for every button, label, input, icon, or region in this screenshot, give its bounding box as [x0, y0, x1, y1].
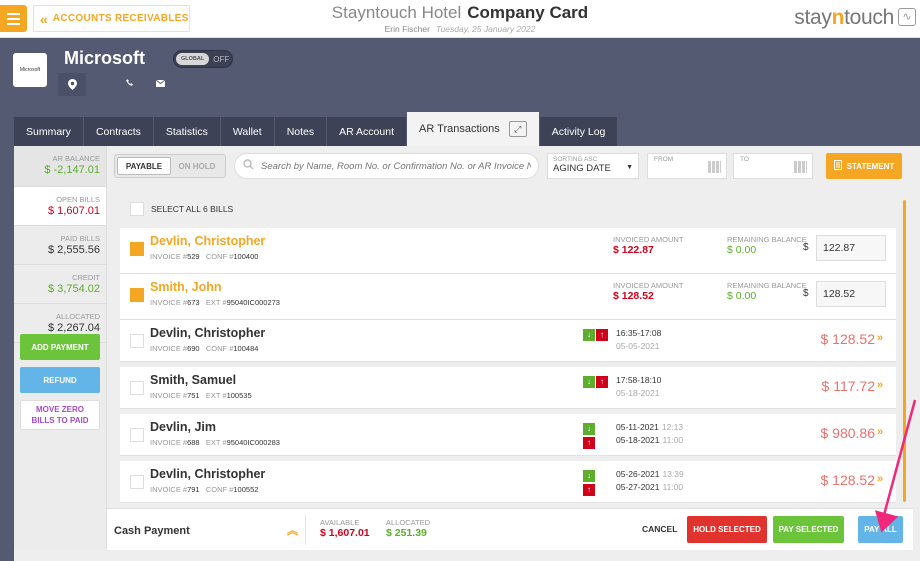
bill-row[interactable]: Devlin, Christopher INVOICE #690 CONF #1…: [120, 320, 896, 362]
company-name: Microsoft: [64, 48, 145, 68]
page-title: Stayntouch Hotel Company Card Erin Fische…: [0, 3, 920, 34]
stayntouch-logo: stayntouch: [794, 6, 894, 29]
top-bar: « ACCOUNTS RECEIVABLES Stayntouch Hotel C…: [0, 0, 920, 38]
pay-selected-button[interactable]: PAY SELECTED: [773, 516, 844, 543]
document-icon: [833, 160, 842, 172]
hold-selected-button[interactable]: HOLD SELECTED: [687, 516, 767, 543]
arrival-departure-icons: ↓ ↑: [583, 376, 608, 388]
statement-button[interactable]: STATEMENT: [826, 153, 902, 179]
paid-bills-filter[interactable]: PAID BILLS $ 2,555.56: [14, 226, 106, 265]
calendar-icon: [794, 161, 807, 173]
add-payment-button[interactable]: ADD PAYMENT: [20, 334, 100, 360]
expand-icon[interactable]: ⤢: [508, 121, 527, 137]
calendar-icon: [708, 161, 721, 173]
global-toggle[interactable]: GLOBAL OFF: [173, 50, 233, 68]
tab-bar: Summary Contracts Statistics Wallet Note…: [14, 112, 619, 146]
divider: [305, 515, 306, 545]
hotel-name: Stayntouch Hotel: [331, 3, 462, 22]
allocated-amount: ALLOCATED $ 251.39: [386, 518, 431, 539]
row-checkbox[interactable]: [130, 242, 144, 256]
arrival-departure-icons: ↓ ↑: [583, 423, 595, 449]
from-date-field[interactable]: FROM: [647, 153, 727, 179]
payable-option[interactable]: PAYABLE: [117, 157, 171, 175]
list-scrollbar[interactable]: [903, 200, 906, 502]
arrow-up-icon: ↑: [583, 437, 595, 449]
select-all[interactable]: SELECT ALL 6 BILLS: [130, 202, 233, 216]
activity-icon[interactable]: ∿: [898, 8, 916, 26]
bill-row[interactable]: Smith, John INVOICE #673 EXT #95040IC000…: [120, 274, 896, 320]
search-bar: [234, 153, 539, 179]
payment-amount-input[interactable]: [816, 281, 886, 307]
row-checkbox[interactable]: [130, 475, 144, 489]
refund-button[interactable]: REFUND: [20, 367, 100, 393]
payment-amount-input[interactable]: [816, 235, 886, 261]
expand-row-icon[interactable]: »: [877, 473, 883, 485]
search-input[interactable]: [261, 160, 531, 172]
tab-activity-log[interactable]: Activity Log: [539, 117, 619, 146]
payment-type[interactable]: Cash Payment: [114, 525, 190, 537]
arrow-up-icon: ↑: [596, 329, 608, 341]
search-icon: [243, 159, 254, 173]
open-bills-filter[interactable]: OPEN BILLS $ 1,607.01: [14, 187, 106, 226]
tab-ar-account[interactable]: AR Account: [327, 117, 407, 146]
arrow-down-icon: ↓: [583, 470, 595, 482]
tab-summary[interactable]: Summary: [14, 117, 84, 146]
payment-footer: Cash Payment ︽ AVAILABLE $ 1,607.01 ALLOC…: [107, 508, 913, 550]
bill-row[interactable]: Smith, Samuel INVOICE #751 EXT #100535 ↓…: [120, 367, 896, 409]
global-toggle-label: GLOBAL: [176, 53, 210, 65]
tab-wallet[interactable]: Wallet: [220, 117, 275, 146]
location-pin-icon[interactable]: [58, 73, 86, 96]
user-name: Erin Fischer: [384, 24, 430, 34]
cancel-button[interactable]: CANCEL: [642, 524, 677, 534]
global-toggle-state: OFF: [213, 54, 230, 64]
dropdown-caret-icon: ▼: [626, 164, 633, 171]
to-date-field[interactable]: TO: [733, 153, 813, 179]
tab-notes[interactable]: Notes: [274, 117, 328, 146]
move-zero-bills-button[interactable]: MOVE ZERO BILLS TO PAID: [20, 400, 100, 430]
sort-select[interactable]: SORTING ASC AGING DATE ▼: [547, 153, 639, 179]
row-checkbox[interactable]: [130, 381, 144, 395]
pay-all-button[interactable]: PAY ALL: [858, 516, 903, 543]
expand-row-icon[interactable]: »: [877, 332, 883, 344]
available-amount: AVAILABLE $ 1,607.01: [320, 518, 370, 539]
page-title-text: Company Card: [467, 3, 589, 22]
bills-list: SELECT ALL 6 BILLS Devlin, Christopher I…: [114, 190, 904, 510]
bill-row[interactable]: Devlin, Jim INVOICE #688 EXT #95040IC000…: [120, 414, 896, 456]
ar-summary-sidebar: AR BALANCE $ -2,147.01 OPEN BILLS $ 1,60…: [14, 146, 107, 549]
tab-contracts[interactable]: Contracts: [83, 117, 154, 146]
arrow-up-icon: ↑: [583, 484, 595, 496]
company-logo: Microsoft: [13, 53, 47, 87]
ar-balance: AR BALANCE $ -2,147.01: [14, 146, 106, 187]
mail-icon[interactable]: [155, 79, 166, 89]
arrival-departure-icons: ↓ ↑: [583, 329, 608, 341]
tab-statistics[interactable]: Statistics: [153, 117, 221, 146]
bill-row[interactable]: Devlin, Christopher INVOICE #529 CONF #1…: [120, 228, 896, 274]
tab-ar-transactions-label: AR Transactions: [419, 123, 500, 135]
select-all-checkbox[interactable]: [130, 202, 144, 216]
row-checkbox[interactable]: [130, 428, 144, 442]
arrival-departure-icons: ↓ ↑: [583, 470, 595, 496]
expand-row-icon[interactable]: »: [877, 379, 883, 391]
arrow-down-icon: ↓: [583, 329, 595, 341]
arrow-down-icon: ↓: [583, 423, 595, 435]
on-hold-option[interactable]: ON HOLD: [171, 157, 223, 175]
arrow-down-icon: ↓: [583, 376, 595, 388]
expand-row-icon[interactable]: »: [877, 426, 883, 438]
payable-onhold-switch: PAYABLE ON HOLD: [114, 154, 226, 178]
arrow-up-icon: ↑: [596, 376, 608, 388]
bill-row[interactable]: Devlin, Christopher INVOICE #791 CONF #1…: [120, 461, 896, 503]
phone-icon[interactable]: [126, 79, 134, 89]
credit-filter[interactable]: CREDIT $ 3,754.02: [14, 265, 106, 304]
business-date: Tuesday, 25 January 2022: [435, 24, 536, 34]
row-checkbox[interactable]: [130, 334, 144, 348]
tab-ar-transactions[interactable]: AR Transactions ⤢: [407, 112, 540, 146]
chevron-up-icon[interactable]: ︽: [287, 522, 298, 538]
row-checkbox[interactable]: [130, 288, 144, 302]
